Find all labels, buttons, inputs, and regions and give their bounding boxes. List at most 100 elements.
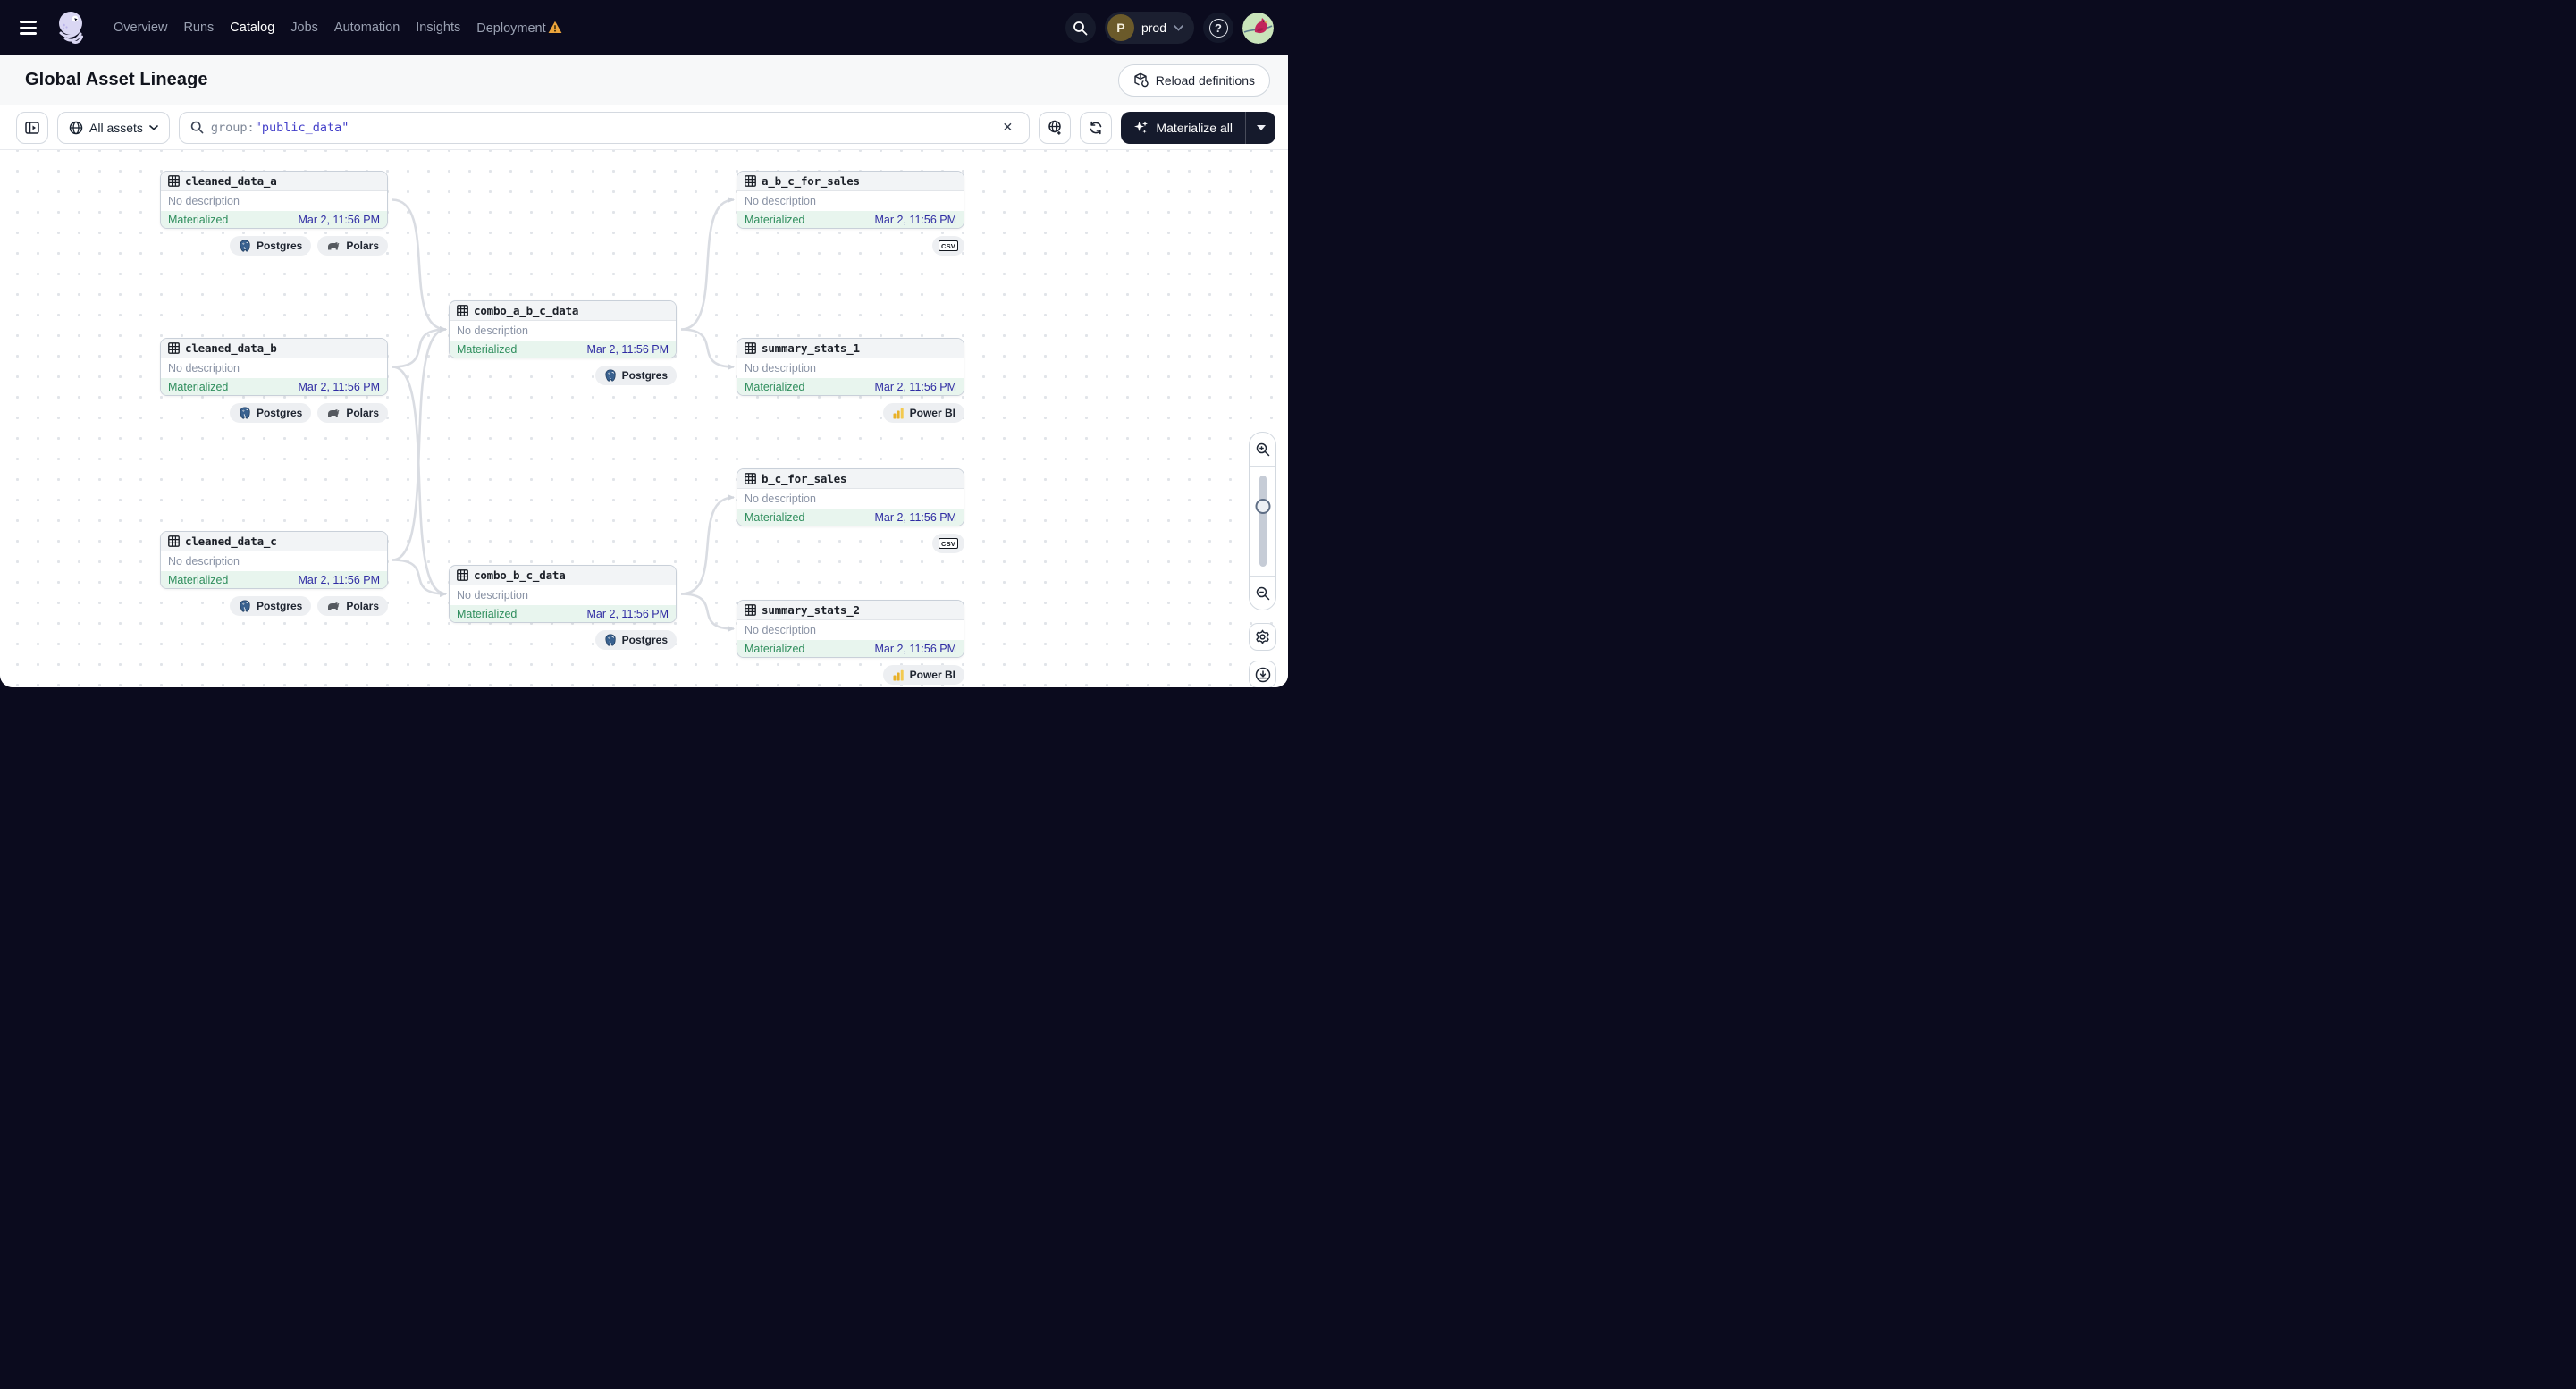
- tag-label: Power BI: [910, 407, 955, 419]
- postgres-tag[interactable]: Postgres: [595, 630, 677, 650]
- asset-tags-summary_stats_1: Power BI: [737, 403, 964, 423]
- asset-description: No description: [161, 191, 387, 211]
- nav-item-insights[interactable]: Insights: [408, 13, 468, 42]
- asset-description: No description: [737, 489, 964, 509]
- materialize-all-main[interactable]: Materialize all: [1121, 112, 1245, 144]
- asset-node-header: summary_stats_1: [737, 339, 964, 358]
- asset-node-combo_b_c_data[interactable]: combo_b_c_data No description Materializ…: [449, 565, 677, 623]
- asset-node-cleaned_data_a[interactable]: cleaned_data_a No description Materializ…: [160, 171, 388, 229]
- csv-icon: CSV: [939, 240, 958, 251]
- power-bi-tag[interactable]: Power BI: [883, 665, 964, 685]
- download-graph-button[interactable]: [1249, 661, 1276, 687]
- asset-scope-dropdown[interactable]: All assets: [57, 112, 170, 144]
- asset-name: a_b_c_for_sales: [762, 174, 860, 188]
- asset-materialized-timestamp: Mar 2, 11:56 PM: [299, 381, 380, 393]
- table-icon: [745, 604, 756, 616]
- page-title: Global Asset Lineage: [25, 70, 208, 90]
- asset-status-badge: Materialized: [745, 643, 804, 655]
- tag-label: Polars: [346, 600, 379, 612]
- nav-item-label: Runs: [183, 21, 214, 35]
- deployment-switcher[interactable]: P prod: [1105, 12, 1194, 44]
- asset-name: combo_a_b_c_data: [474, 304, 578, 317]
- globe-icon: [69, 121, 83, 135]
- zoom-out-button[interactable]: [1250, 576, 1275, 610]
- asset-search-input[interactable]: group:"public_data" ✕: [179, 112, 1030, 144]
- nav-links: Overview Runs Catalog Jobs AutomationInsight…: [105, 13, 570, 43]
- postgres-tag[interactable]: Postgres: [230, 596, 311, 616]
- clear-search-icon[interactable]: ✕: [995, 115, 1020, 140]
- tag-label: Power BI: [910, 669, 955, 681]
- deployment-name: prod: [1141, 21, 1166, 35]
- help-button[interactable]: ?: [1203, 13, 1233, 43]
- postgres-tag[interactable]: Postgres: [595, 366, 677, 385]
- postgres-tag[interactable]: Postgres: [230, 236, 311, 256]
- zoom-slider[interactable]: [1250, 467, 1275, 576]
- polars-tag[interactable]: Polars: [317, 403, 388, 423]
- asset-status-row: Materialized Mar 2, 11:56 PM: [161, 378, 387, 395]
- user-avatar[interactable]: [1242, 13, 1274, 44]
- asset-status-badge: Materialized: [457, 343, 517, 356]
- dagster-logo-icon[interactable]: [54, 8, 89, 47]
- graph-settings-button[interactable]: [1249, 623, 1276, 651]
- tag-label: Postgres: [622, 634, 668, 646]
- tag-label: Postgres: [257, 600, 302, 612]
- nav-item-label: Jobs: [290, 21, 318, 35]
- tag-label: Postgres: [257, 240, 302, 252]
- nav-item-automation[interactable]: Automation: [326, 13, 408, 42]
- asset-node-b_c_for_sales[interactable]: b_c_for_sales No description Materialize…: [737, 468, 964, 526]
- lineage-canvas[interactable]: cleaned_data_a No description Materializ…: [0, 150, 1288, 687]
- asset-status-badge: Materialized: [745, 511, 804, 524]
- zoom-slider-knob[interactable]: [1255, 499, 1270, 514]
- asset-node-cleaned_data_b[interactable]: cleaned_data_b No description Materializ…: [160, 338, 388, 396]
- polars-tag[interactable]: Polars: [317, 236, 388, 256]
- asset-status-badge: Materialized: [168, 574, 228, 586]
- csv-tag[interactable]: CSV: [932, 534, 964, 553]
- power-bi-tag[interactable]: Power BI: [883, 403, 964, 423]
- polars-tag[interactable]: Polars: [317, 596, 388, 616]
- top-navbar: Overview Runs Catalog Jobs AutomationInsight…: [0, 0, 1288, 55]
- asset-node-cleaned_data_c[interactable]: cleaned_data_c No description Materializ…: [160, 531, 388, 589]
- nav-item-jobs[interactable]: Jobs: [282, 13, 326, 42]
- csv-tag[interactable]: CSV: [932, 236, 964, 256]
- asset-status-row: Materialized Mar 2, 11:56 PM: [161, 211, 387, 228]
- postgres-icon: [604, 369, 617, 382]
- powerbi-icon: [892, 669, 905, 681]
- nav-item-deployment[interactable]: Deployment: [468, 13, 569, 43]
- asset-description: No description: [737, 620, 964, 640]
- asset-node-a_b_c_for_sales[interactable]: a_b_c_for_sales No description Materiali…: [737, 171, 964, 229]
- reload-definitions-button[interactable]: Reload definitions: [1118, 64, 1270, 97]
- asset-node-summary_stats_1[interactable]: summary_stats_1 No description Materiali…: [737, 338, 964, 396]
- asset-node-combo_a_b_c_data[interactable]: combo_a_b_c_data No description Material…: [449, 300, 677, 358]
- tag-label: Postgres: [257, 407, 302, 419]
- asset-status-badge: Materialized: [745, 381, 804, 393]
- asset-description: No description: [737, 358, 964, 378]
- nav-item-label: Overview: [114, 21, 167, 35]
- asset-name: cleaned_data_a: [185, 174, 277, 188]
- table-icon: [745, 473, 756, 484]
- reload-cube-icon: [1133, 72, 1149, 88]
- asset-status-badge: Materialized: [457, 608, 517, 620]
- nav-item-catalog[interactable]: Catalog: [222, 13, 282, 42]
- view-full-graph-button[interactable]: [1039, 112, 1071, 144]
- hamburger-menu-icon[interactable]: [14, 13, 45, 43]
- asset-status-row: Materialized Mar 2, 11:56 PM: [450, 605, 676, 622]
- materialize-options-button[interactable]: [1245, 112, 1275, 144]
- nav-item-runs[interactable]: Runs: [175, 13, 222, 42]
- asset-node-header: b_c_for_sales: [737, 469, 964, 489]
- asset-description: No description: [450, 321, 676, 341]
- nav-item-overview[interactable]: Overview: [105, 13, 175, 42]
- search-query-value: "public_data": [255, 121, 349, 135]
- refresh-button[interactable]: [1080, 112, 1112, 144]
- asset-materialized-timestamp: Mar 2, 11:56 PM: [299, 214, 380, 226]
- asset-node-summary_stats_2[interactable]: summary_stats_2 No description Materiali…: [737, 600, 964, 658]
- zoom-slider-track[interactable]: [1259, 476, 1267, 567]
- zoom-in-button[interactable]: [1250, 433, 1275, 467]
- deployment-initial-badge: P: [1107, 14, 1134, 41]
- open-left-panel-button[interactable]: [16, 112, 48, 144]
- asset-name: cleaned_data_c: [185, 535, 277, 548]
- asset-description: No description: [737, 191, 964, 211]
- global-search-icon[interactable]: [1065, 13, 1096, 43]
- postgres-tag[interactable]: Postgres: [230, 403, 311, 423]
- asset-name: summary_stats_1: [762, 341, 860, 355]
- asset-tags-cleaned_data_a: Postgres Polars: [160, 236, 388, 256]
